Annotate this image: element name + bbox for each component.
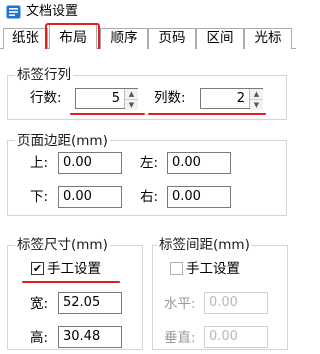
rows-label: 行数: [30,90,62,106]
width-label: 宽: [30,296,49,312]
label-size-legend: 标签尺寸(mm) [15,237,110,253]
margin-top-label: 上: [30,155,49,171]
tab-page-number[interactable]: 页码 [148,28,196,49]
cols-annotation-underline [148,113,266,115]
cols-spinner[interactable]: ▲ ▼ [249,89,263,110]
label-spacing-manual-label[interactable]: 手工设置 [186,261,240,277]
margin-right-input[interactable]: 0.00 [167,186,231,208]
vertical-input[interactable]: 0.00 [204,326,268,348]
margin-top-input[interactable]: 0.00 [58,152,122,174]
vertical-label: 垂直: [164,330,196,346]
horizontal-label: 水平: [164,296,196,312]
cols-up-arrow-icon[interactable]: ▲ [250,89,263,99]
height-label: 高: [30,330,49,346]
margin-bottom-input[interactable]: 0.00 [58,186,122,208]
cols-label: 列数: [154,90,186,106]
height-input[interactable]: 30.48 [58,326,122,348]
label-spacing-manual-checkbox[interactable] [170,262,183,275]
app-icon [6,5,21,19]
tab-range[interactable]: 区间 [196,28,244,49]
label-spacing-legend: 标签间距(mm) [157,237,252,253]
width-input[interactable]: 52.05 [58,292,122,314]
margin-bottom-label: 下: [30,189,49,205]
tab-paper[interactable]: 纸张 [3,28,48,49]
window-title: 文档设置 [26,4,79,19]
manual-annotation-underline [22,281,120,283]
title-bar: 文档设置 [0,0,296,24]
margin-left-label: 左: [140,155,159,171]
horizontal-input[interactable]: 0.00 [204,292,268,314]
margin-right-label: 右: [140,189,159,205]
rows-up-arrow-icon[interactable]: ▲ [125,89,138,99]
rows-annotation-underline [70,113,145,115]
cols-down-arrow-icon[interactable]: ▼ [250,99,263,110]
page-margins-legend: 页面边距(mm) [15,133,110,149]
rows-spinner[interactable]: ▲ ▼ [124,89,138,110]
tab-order[interactable]: 顺序 [100,28,148,49]
margin-left-input[interactable]: 0.00 [167,152,231,174]
label-size-manual-label[interactable]: 手工设置 [47,261,101,277]
rows-down-arrow-icon[interactable]: ▼ [125,99,138,110]
label-size-manual-checkbox[interactable]: ✔ [31,262,44,275]
label-rows-cols-legend: 标签行列 [15,67,73,83]
tab-cursor[interactable]: 光标 [244,28,292,49]
